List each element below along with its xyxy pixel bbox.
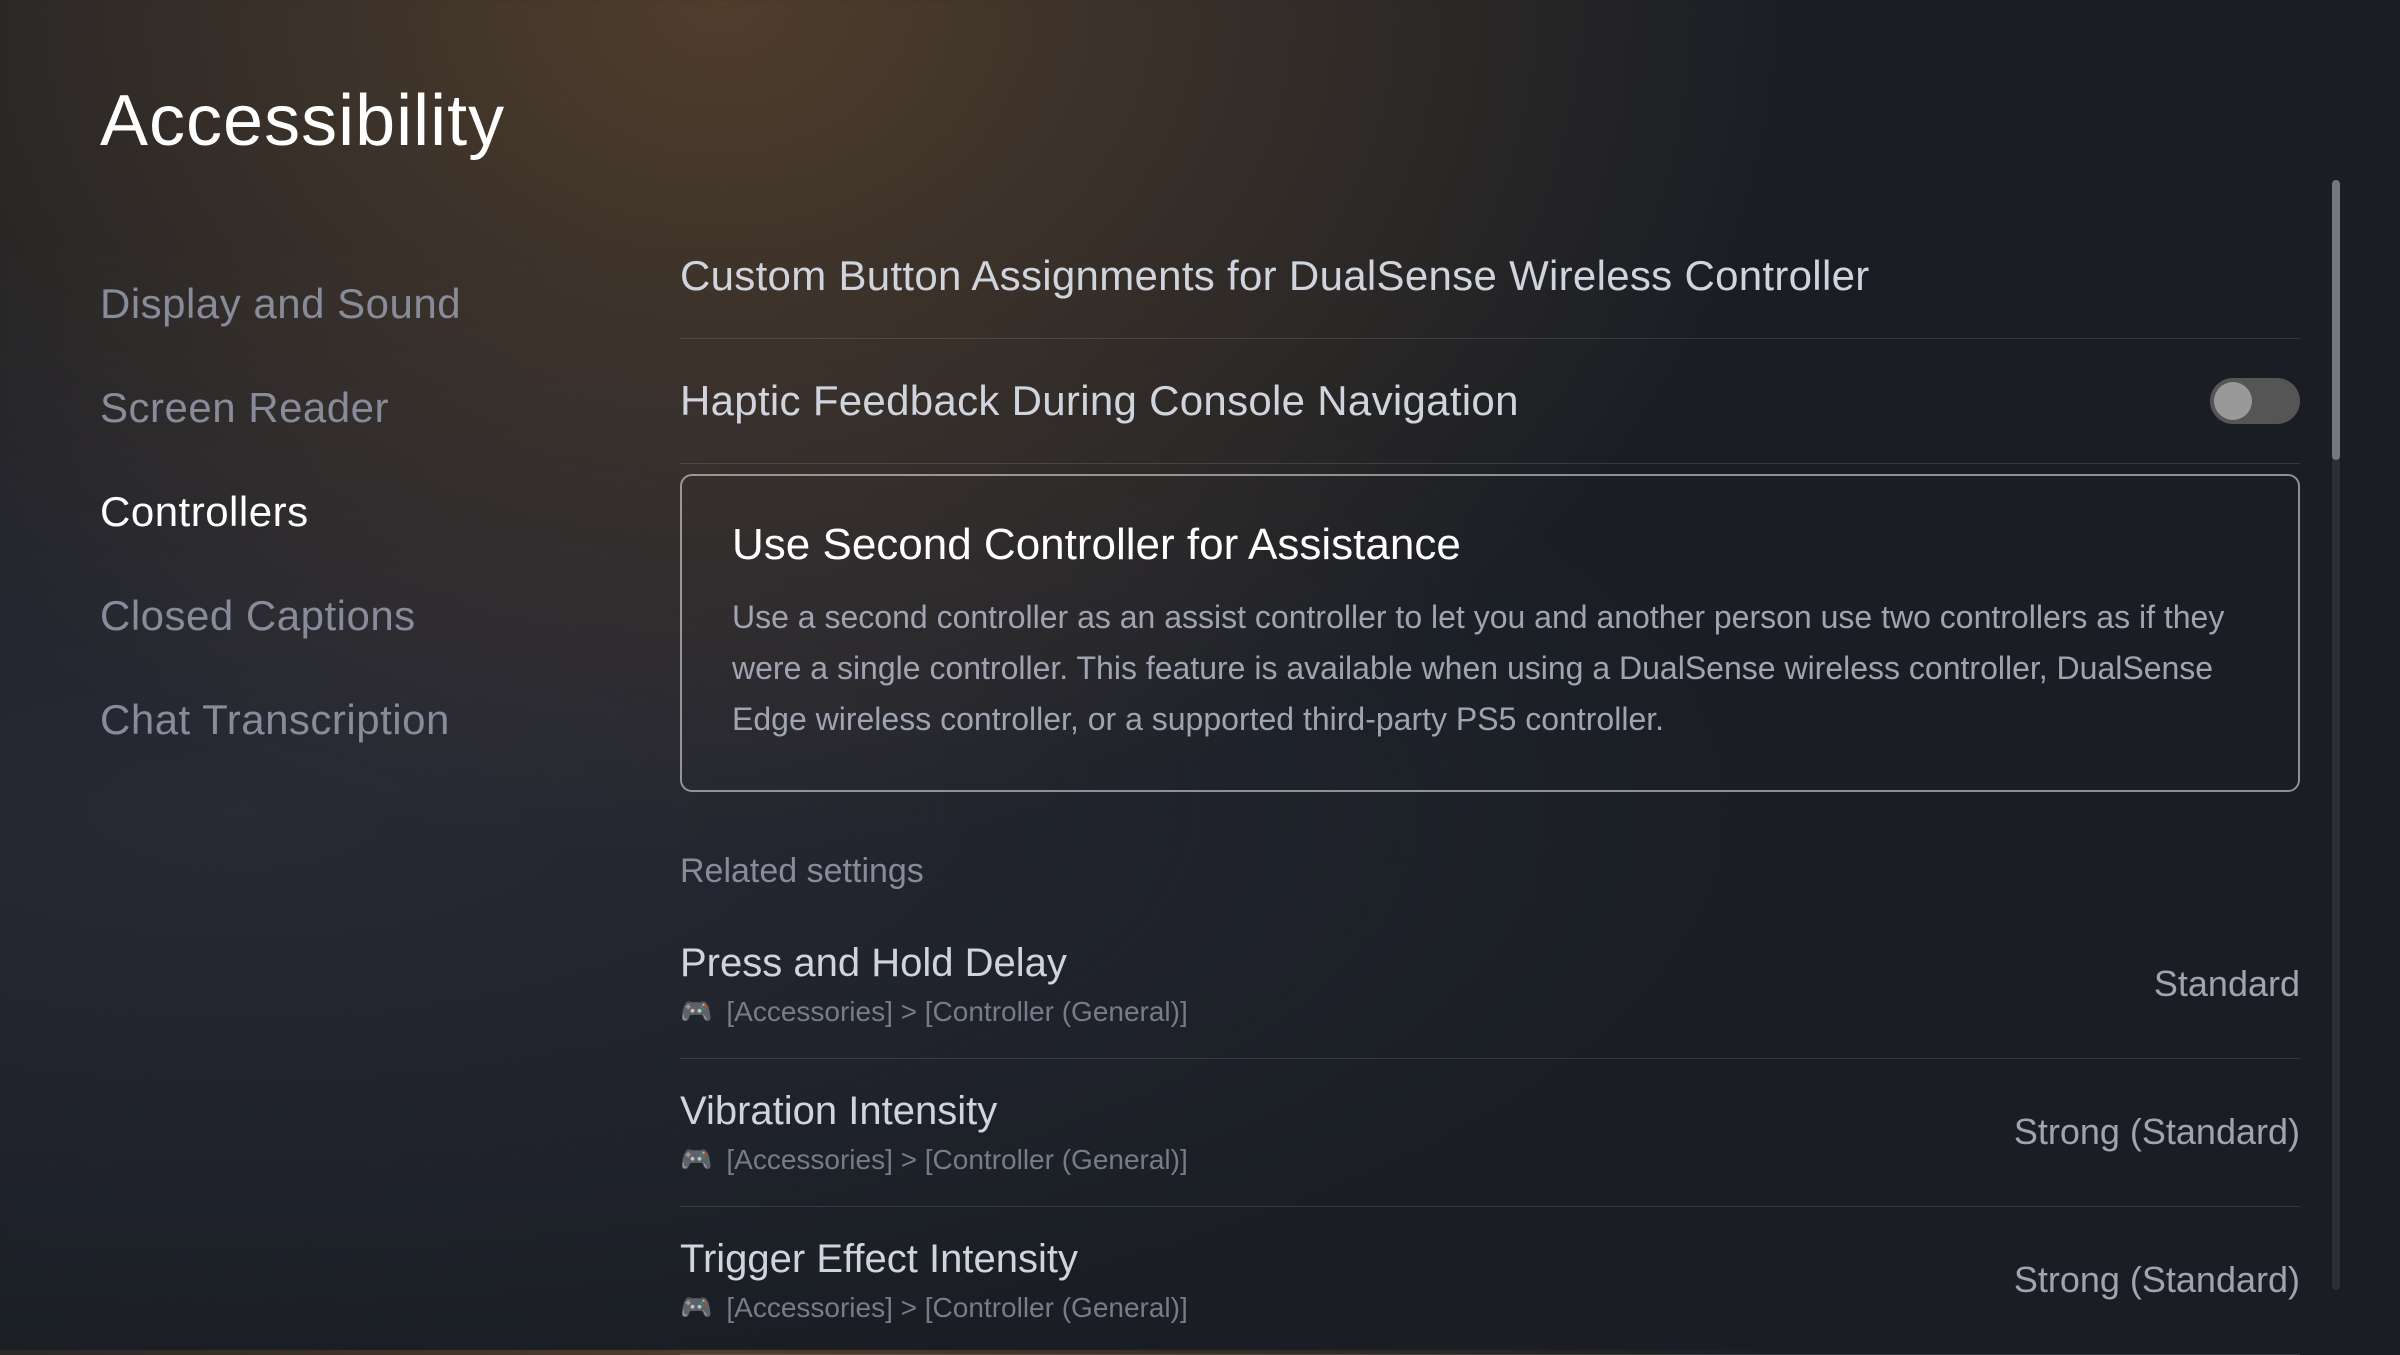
content-area: Display and Sound Screen Reader Controll…	[100, 242, 2300, 1355]
related-settings-list: Press and Hold Delay 🎮 [Accessories] > […	[680, 911, 2300, 1355]
related-settings-label: Related settings	[680, 802, 2300, 911]
sidebar-item-controllers[interactable]: Controllers	[100, 460, 620, 564]
sidebar-item-closed-captions[interactable]: Closed Captions	[100, 564, 620, 668]
settings-list: Custom Button Assignments for DualSense …	[680, 242, 2300, 802]
related-setting-trigger-effect-intensity[interactable]: Trigger Effect Intensity 🎮 [Accessories]…	[680, 1207, 2300, 1355]
controller-icon-1: 🎮	[680, 1144, 712, 1175]
sidebar-item-chat-transcription[interactable]: Chat Transcription	[100, 668, 620, 772]
related-setting-press-hold-delay[interactable]: Press and Hold Delay 🎮 [Accessories] > […	[680, 911, 2300, 1059]
setting-custom-button-assignments[interactable]: Custom Button Assignments for DualSense …	[680, 242, 2300, 339]
scrollbar-track[interactable]	[2332, 180, 2340, 1290]
second-controller-card[interactable]: Use Second Controller for Assistance Use…	[680, 474, 2300, 792]
sidebar-item-display-sound[interactable]: Display and Sound	[100, 252, 620, 356]
controller-icon-0: 🎮	[680, 996, 712, 1027]
related-setting-vibration-intensity[interactable]: Vibration Intensity 🎮 [Accessories] > [C…	[680, 1059, 2300, 1207]
page-container: Accessibility Display and Sound Screen R…	[0, 0, 2400, 1350]
setting-haptic-feedback[interactable]: Haptic Feedback During Console Navigatio…	[680, 339, 2300, 464]
controller-icon-2: 🎮	[680, 1292, 712, 1323]
haptic-feedback-toggle[interactable]	[2210, 378, 2300, 424]
sidebar: Display and Sound Screen Reader Controll…	[100, 242, 620, 1355]
scrollbar-thumb[interactable]	[2332, 180, 2340, 460]
main-content: Custom Button Assignments for DualSense …	[620, 242, 2300, 1355]
page-title: Accessibility	[100, 80, 2300, 162]
sidebar-item-screen-reader[interactable]: Screen Reader	[100, 356, 620, 460]
